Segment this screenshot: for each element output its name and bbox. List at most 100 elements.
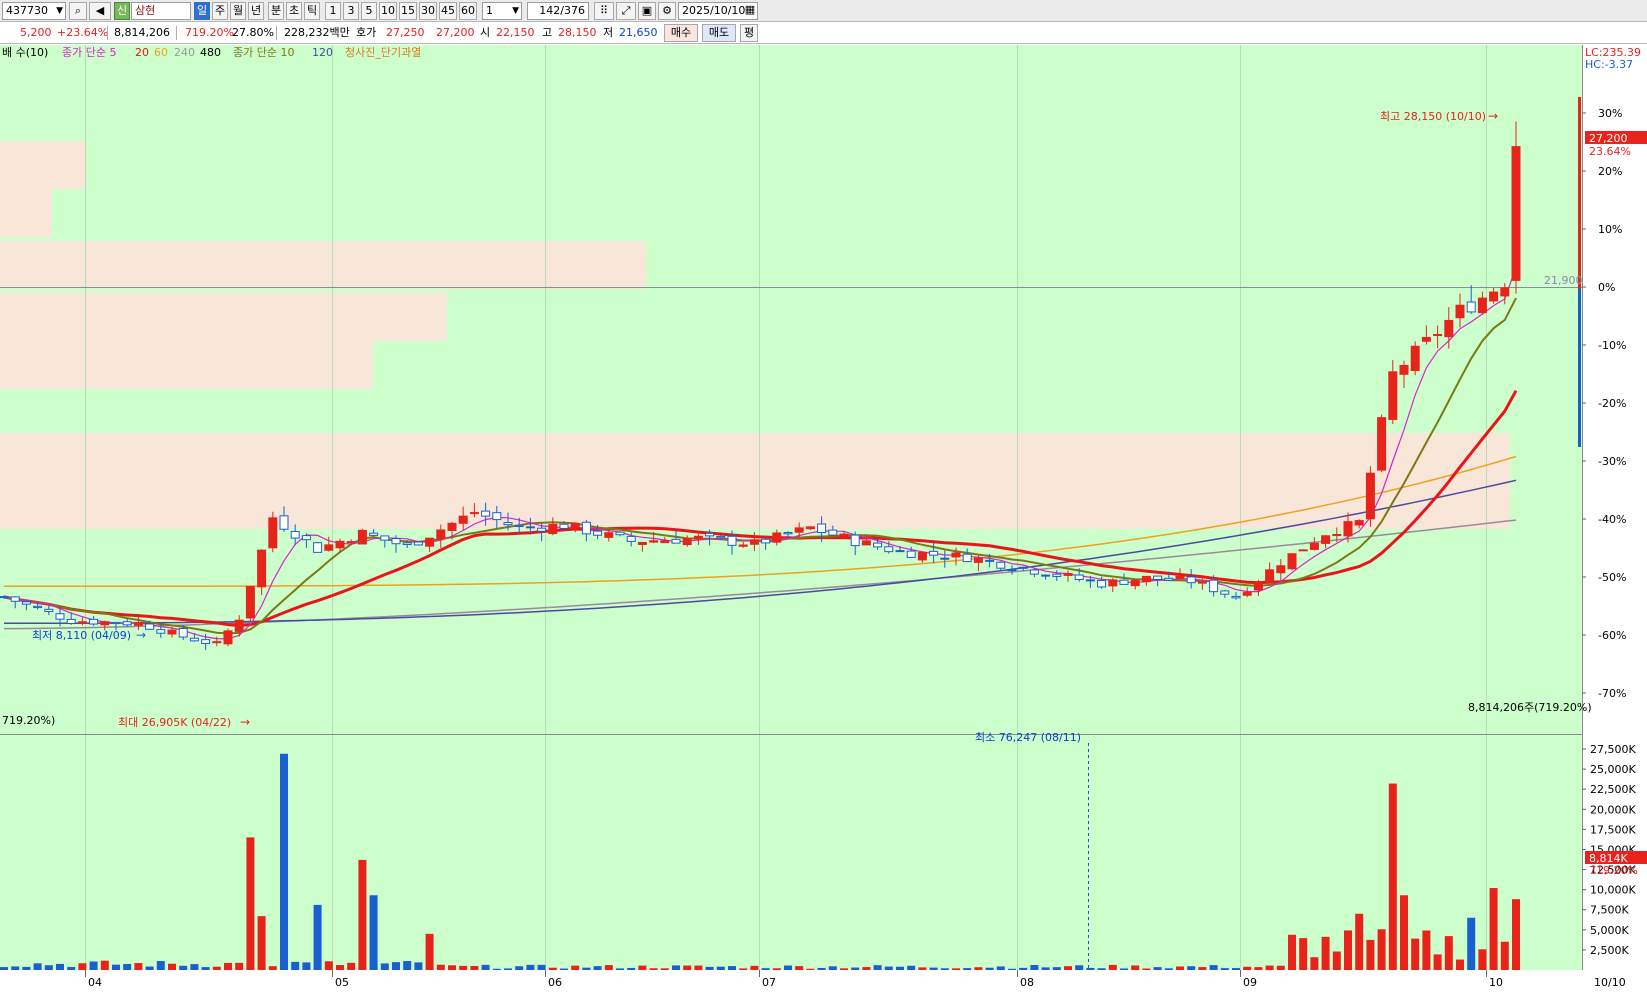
average-button[interactable]: 평 [740, 24, 758, 42]
candle-body [66, 618, 76, 625]
candle-body [469, 512, 479, 515]
candle-body [301, 535, 311, 541]
volume-bar [168, 963, 176, 970]
candle-body [917, 551, 927, 561]
page-counter[interactable]: 142/376 [527, 2, 589, 20]
period-tick-button[interactable]: 틱 [304, 2, 320, 20]
volume-bar [112, 964, 120, 970]
interval-30-button[interactable]: 30 [419, 2, 437, 20]
period-month-button[interactable]: 월 [230, 2, 246, 20]
candle-body [1186, 576, 1196, 584]
candle-body [1063, 573, 1073, 576]
candle-body [884, 546, 894, 553]
period-minute-button[interactable]: 분 [268, 2, 284, 20]
interval-3-button[interactable]: 3 [343, 2, 359, 20]
volume-bar [739, 968, 748, 970]
volume-bar [705, 966, 714, 970]
volume-axis-label: 2,500K [1590, 944, 1629, 957]
volume-bar [156, 961, 165, 970]
volume-bar [78, 963, 87, 970]
volume-bar [1086, 967, 1095, 970]
volume-bar [1512, 899, 1520, 970]
zoom-icon[interactable]: ⤢ [616, 2, 636, 20]
interval-5-button[interactable]: 5 [361, 2, 377, 20]
volume-bar [347, 962, 356, 970]
volume-bar [11, 966, 20, 970]
price-axis-label: 20% [1598, 165, 1622, 178]
candle-body [1388, 371, 1398, 420]
legend-ma240: 240 [174, 46, 195, 59]
candle-body [985, 559, 995, 562]
volume-bar [392, 962, 400, 970]
candle-body [178, 627, 188, 638]
volume-bar [235, 962, 244, 970]
candle-body [1343, 521, 1353, 537]
base-price-label: 21,900 [1544, 274, 1583, 287]
chart-area[interactable]: 30% 20% 10% 0% -10% -20% -30% -40% -50% -60% -70% 2… [0, 45, 1647, 995]
candle-body [145, 623, 155, 630]
volume-bar [1075, 965, 1084, 970]
grid-icon[interactable]: ⠿ [594, 2, 614, 20]
candle-body [33, 605, 43, 609]
volume-bar [582, 967, 591, 970]
candle-body [1018, 566, 1028, 569]
volume-bar [1187, 966, 1196, 970]
sell-button[interactable]: 매도 [702, 24, 736, 42]
candle-body [201, 639, 211, 644]
volume-bar [1220, 968, 1229, 970]
interval-select[interactable]: 1 ▼ [482, 2, 522, 20]
interval-15-button[interactable]: 15 [399, 2, 417, 20]
candle-body [660, 540, 670, 544]
volume-bar [1041, 967, 1050, 970]
interval-1-button[interactable]: 1 [325, 2, 341, 20]
price-change: 5,200 [20, 26, 52, 39]
candle-body [593, 530, 603, 536]
search-icon[interactable]: ⌕ [69, 2, 87, 20]
volume-bar [750, 965, 759, 970]
volume-bar [952, 968, 960, 970]
interval-45-button[interactable]: 45 [439, 2, 457, 20]
period-day-button[interactable]: 일 [194, 2, 210, 20]
calendar-icon[interactable]: ▦ [742, 2, 758, 20]
volume-axis-label: 17,500K [1590, 823, 1636, 836]
volume-bar [616, 968, 624, 970]
volume-bar [100, 960, 109, 970]
candle-body [637, 541, 647, 545]
gear-icon[interactable]: ⚙ [658, 2, 676, 20]
candlestick-chart[interactable]: 30% 20% 10% 0% -10% -20% -30% -40% -50% -60% -70% 2… [0, 45, 1647, 995]
volume-bar [1153, 967, 1162, 970]
volume-bar [806, 968, 815, 970]
candle-body [133, 622, 143, 626]
period-second-button[interactable]: 초 [286, 2, 302, 20]
period-year-button[interactable]: 년 [248, 2, 264, 20]
volume-bar [1097, 968, 1106, 970]
date-value: 2025/10/10 [682, 4, 746, 17]
interval-60-button[interactable]: 60 [459, 2, 477, 20]
date-axis-label: 06 [548, 976, 562, 989]
date-axis-label: 05 [335, 976, 349, 989]
volume-bar [884, 966, 893, 970]
volume-bar [190, 964, 199, 970]
volume-bar [907, 965, 916, 970]
period-week-button[interactable]: 주 [212, 2, 228, 20]
candle-body [1399, 364, 1409, 375]
candle-body [626, 535, 636, 542]
volume-bar [593, 966, 602, 970]
stock-code-input[interactable]: 437730 ▼ [2, 2, 66, 20]
save-icon[interactable]: ▣ [638, 2, 656, 20]
speaker-icon[interactable]: ◀ [89, 2, 111, 20]
volume-bar [89, 961, 98, 970]
volume-bar [302, 962, 311, 970]
candle-body [1276, 565, 1286, 574]
candle-body [1130, 580, 1140, 587]
candle-body [1298, 549, 1308, 552]
buy-button[interactable]: 매수 [664, 24, 698, 42]
stock-code-value: 437730 [6, 4, 48, 17]
stock-name-field[interactable]: 삼현 [131, 2, 191, 20]
volume-bar [1120, 968, 1128, 970]
interval-10-button[interactable]: 10 [379, 2, 397, 20]
candle-body [996, 561, 1006, 569]
chevron-down-icon[interactable]: ▼ [512, 3, 519, 19]
chevron-down-icon[interactable]: ▼ [56, 3, 63, 19]
volume-bar [1332, 951, 1341, 970]
